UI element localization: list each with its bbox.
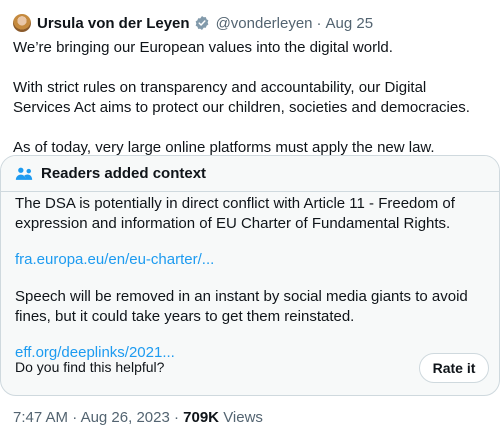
community-note: Readers added context The DSA is potenti… bbox=[0, 155, 500, 396]
verified-badge-icon bbox=[195, 16, 208, 30]
note-paragraph: Speech will be removed in an instant by … bbox=[15, 288, 468, 325]
meta-separator: · bbox=[72, 409, 78, 426]
tweet-meta: 7:47 AM · Aug 26, 2023 · 709K Views bbox=[13, 409, 263, 426]
avatar[interactable] bbox=[13, 14, 31, 32]
note-paragraph: The DSA is potentially in direct conflic… bbox=[15, 195, 455, 232]
tweet-paragraph: With strict rules on transparency and ac… bbox=[13, 79, 470, 116]
tweet-text: We’re bringing our European values into … bbox=[13, 38, 487, 158]
community-note-header: Readers added context bbox=[1, 156, 499, 192]
community-note-title: Readers added context bbox=[41, 165, 207, 182]
tweet: Ursula von der Leyen @vonderleyen · Aug … bbox=[0, 0, 500, 428]
views-label: Views bbox=[223, 409, 263, 426]
tweet-header: Ursula von der Leyen @vonderleyen · Aug … bbox=[13, 12, 373, 34]
community-note-footer: Do you find this helpful? Rate it bbox=[15, 353, 489, 383]
author-handle[interactable]: @vonderleyen bbox=[216, 15, 313, 32]
post-time[interactable]: 7:47 AM bbox=[13, 409, 68, 426]
views-count: 709K bbox=[183, 409, 220, 426]
helpful-question: Do you find this helpful? bbox=[15, 359, 165, 375]
rate-it-button[interactable]: Rate it bbox=[419, 353, 489, 383]
meta-separator: · bbox=[173, 409, 179, 426]
tweet-paragraph: We’re bringing our European values into … bbox=[13, 39, 393, 56]
note-source-link[interactable]: fra.europa.eu/en/eu-charter/... bbox=[15, 251, 214, 268]
post-full-date[interactable]: Aug 26, 2023 bbox=[81, 409, 170, 426]
people-icon bbox=[15, 167, 33, 180]
post-date[interactable]: Aug 25 bbox=[326, 15, 374, 32]
author-name[interactable]: Ursula von der Leyen bbox=[37, 15, 190, 32]
header-separator: · bbox=[316, 14, 322, 32]
